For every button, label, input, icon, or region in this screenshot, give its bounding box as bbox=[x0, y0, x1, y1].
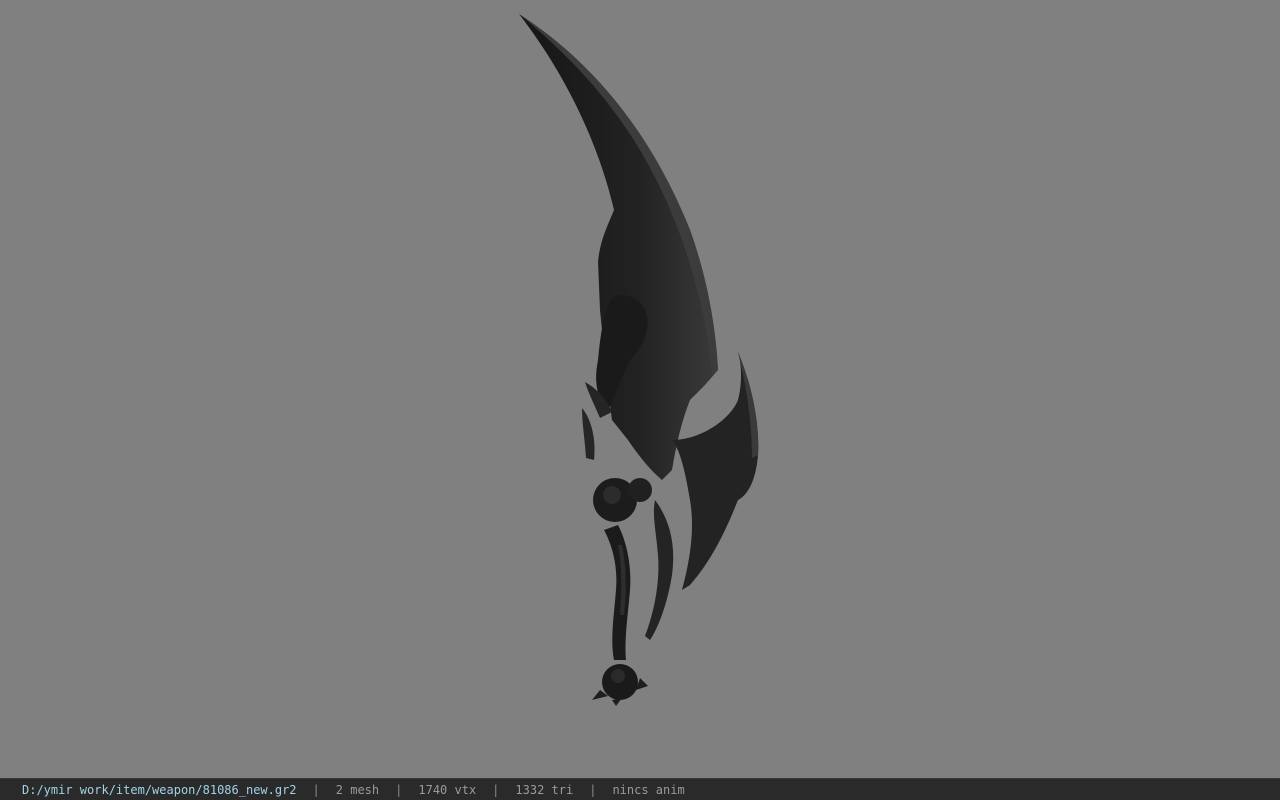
mesh-count: 2 mesh bbox=[335, 782, 380, 797]
status-separator: | bbox=[312, 782, 320, 797]
flower-side bbox=[628, 478, 652, 502]
3d-viewport[interactable] bbox=[0, 0, 1280, 778]
status-separator: | bbox=[395, 782, 403, 797]
animation-status: nincs anim bbox=[612, 782, 685, 797]
status-separator: | bbox=[589, 782, 597, 797]
flower-upper-center bbox=[603, 486, 621, 504]
status-separator: | bbox=[492, 782, 500, 797]
pommel-flower-center bbox=[611, 669, 625, 683]
triangle-count: 1332 tri bbox=[515, 782, 574, 797]
pommel-petal bbox=[612, 698, 622, 706]
weapon-model-render bbox=[519, 14, 759, 706]
vertex-count: 1740 vtx bbox=[418, 782, 477, 797]
model-file-path: D:/ymir work/item/weapon/81086_new.gr2 bbox=[22, 782, 297, 797]
guard-left-spike bbox=[582, 408, 595, 460]
side-crescent bbox=[645, 500, 674, 640]
handle-shape bbox=[604, 525, 631, 660]
status-bar: D:/ymir work/item/weapon/81086_new.gr2 |… bbox=[0, 778, 1280, 800]
